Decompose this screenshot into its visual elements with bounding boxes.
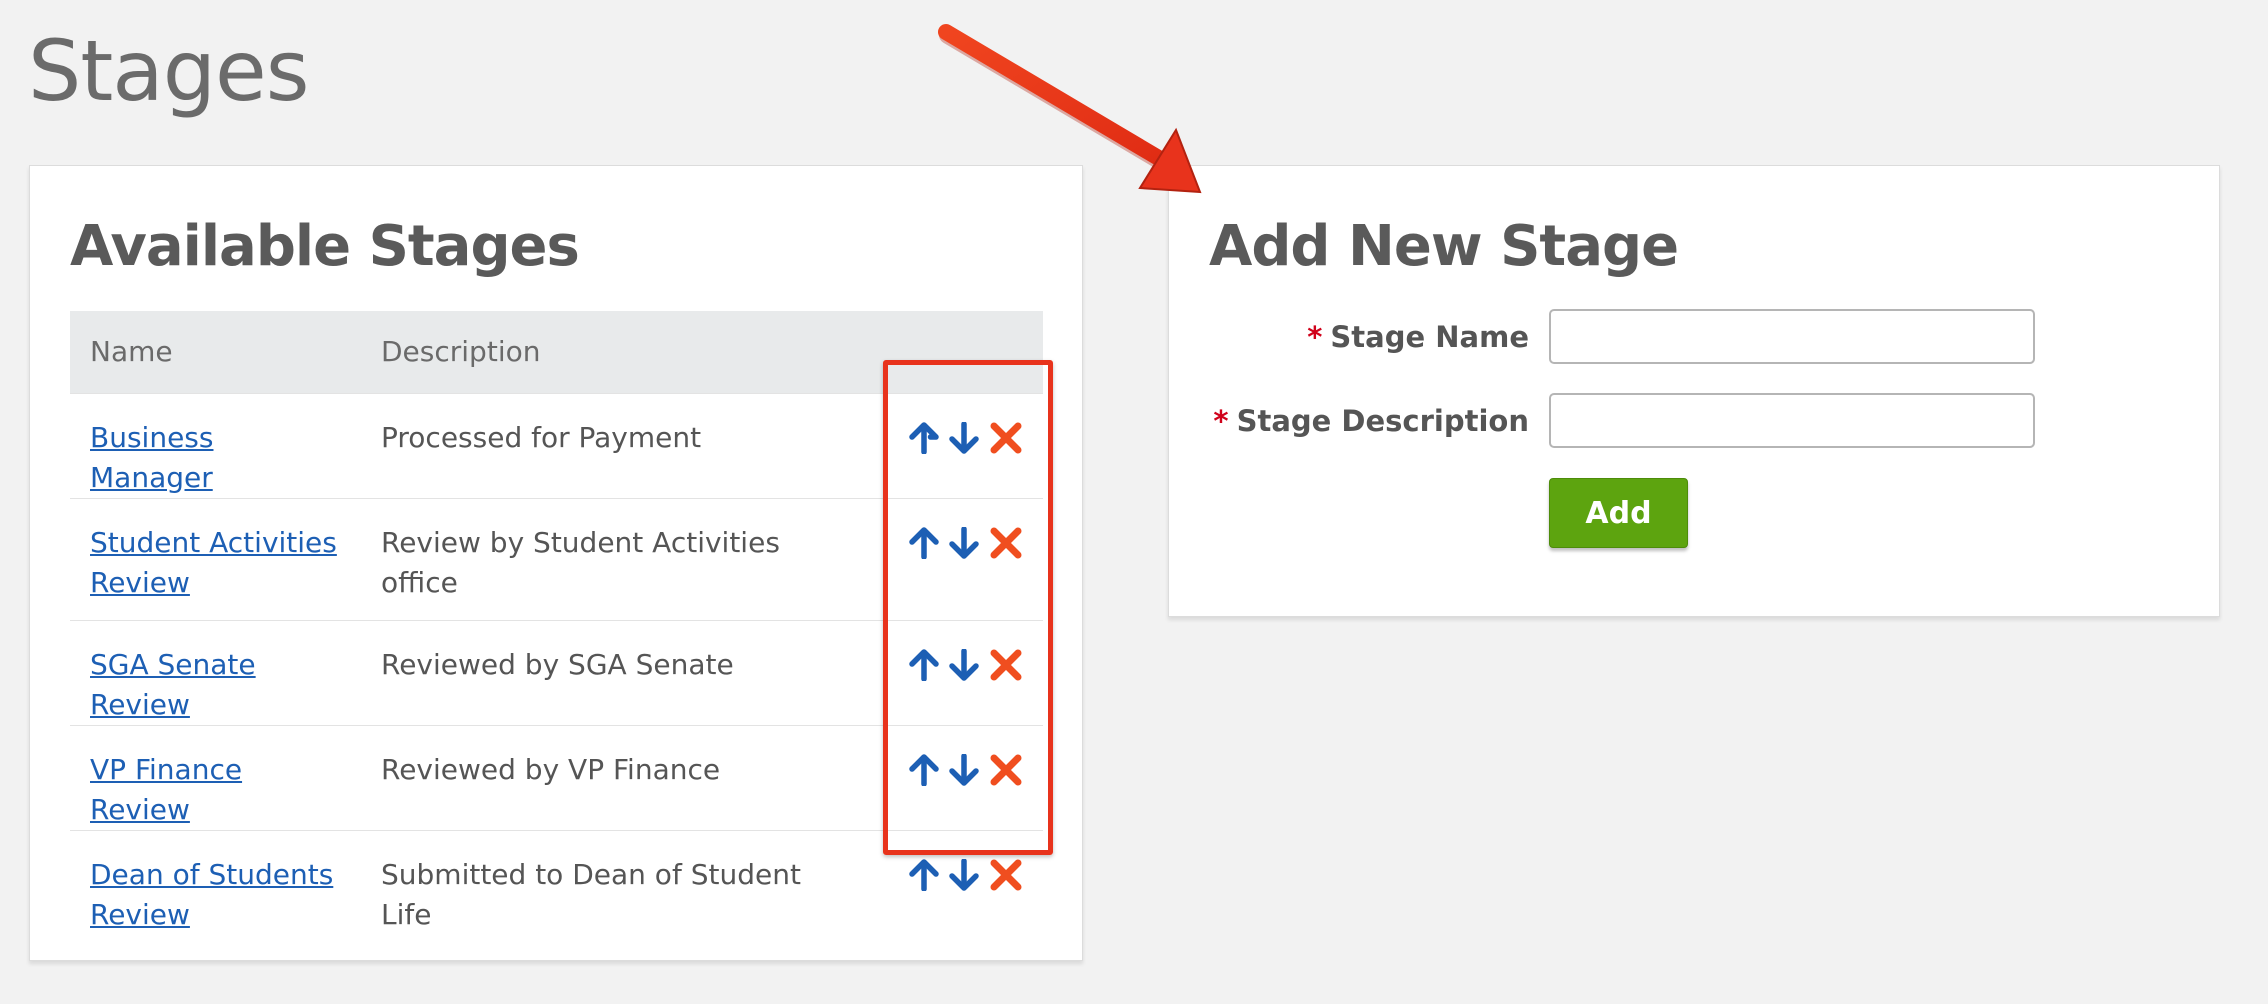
arrow-down-icon[interactable] bbox=[949, 858, 979, 891]
stages-page: Stages Available Stages Name Description… bbox=[0, 0, 2268, 1004]
stage-description: Review by Student Activities office bbox=[361, 497, 861, 620]
available-stages-heading: Available Stages bbox=[70, 214, 580, 279]
stage-name-input[interactable] bbox=[1549, 309, 2035, 364]
stage-description-input[interactable] bbox=[1549, 393, 2035, 448]
stage-link[interactable]: Business Manager bbox=[90, 421, 213, 494]
stage-description-label: * Stage Description bbox=[1213, 404, 1529, 438]
row-actions bbox=[881, 855, 1023, 895]
required-marker: * bbox=[1307, 320, 1323, 354]
annotation-highlight-box bbox=[883, 360, 1053, 855]
stage-description: Processed for Payment bbox=[361, 392, 861, 498]
add-button[interactable]: Add bbox=[1549, 478, 1688, 548]
stage-description: Reviewed by VP Finance bbox=[361, 724, 861, 830]
add-new-stage-panel: Add New Stage * Stage Name * Stage Descrip… bbox=[1168, 165, 2220, 617]
add-new-stage-heading: Add New Stage bbox=[1209, 214, 1679, 279]
stage-description: Submitted to Dean of Student Life bbox=[361, 829, 861, 952]
column-header-name: Name bbox=[70, 311, 361, 393]
stage-link[interactable]: VP Finance Review bbox=[90, 753, 242, 826]
stage-link[interactable]: Dean of Students Review bbox=[90, 858, 333, 931]
page-title: Stages bbox=[28, 22, 309, 120]
stage-description: Reviewed by SGA Senate bbox=[361, 619, 861, 725]
delete-x-icon[interactable] bbox=[989, 858, 1023, 892]
stage-name-label: * Stage Name bbox=[1307, 320, 1529, 354]
arrow-up-icon[interactable] bbox=[909, 858, 939, 891]
stage-link[interactable]: Student Activities Review bbox=[90, 526, 337, 599]
stage-link[interactable]: SGA Senate Review bbox=[90, 648, 256, 721]
column-header-description: Description bbox=[361, 311, 861, 393]
required-marker: * bbox=[1213, 404, 1229, 438]
annotation-arrow bbox=[938, 24, 1202, 194]
